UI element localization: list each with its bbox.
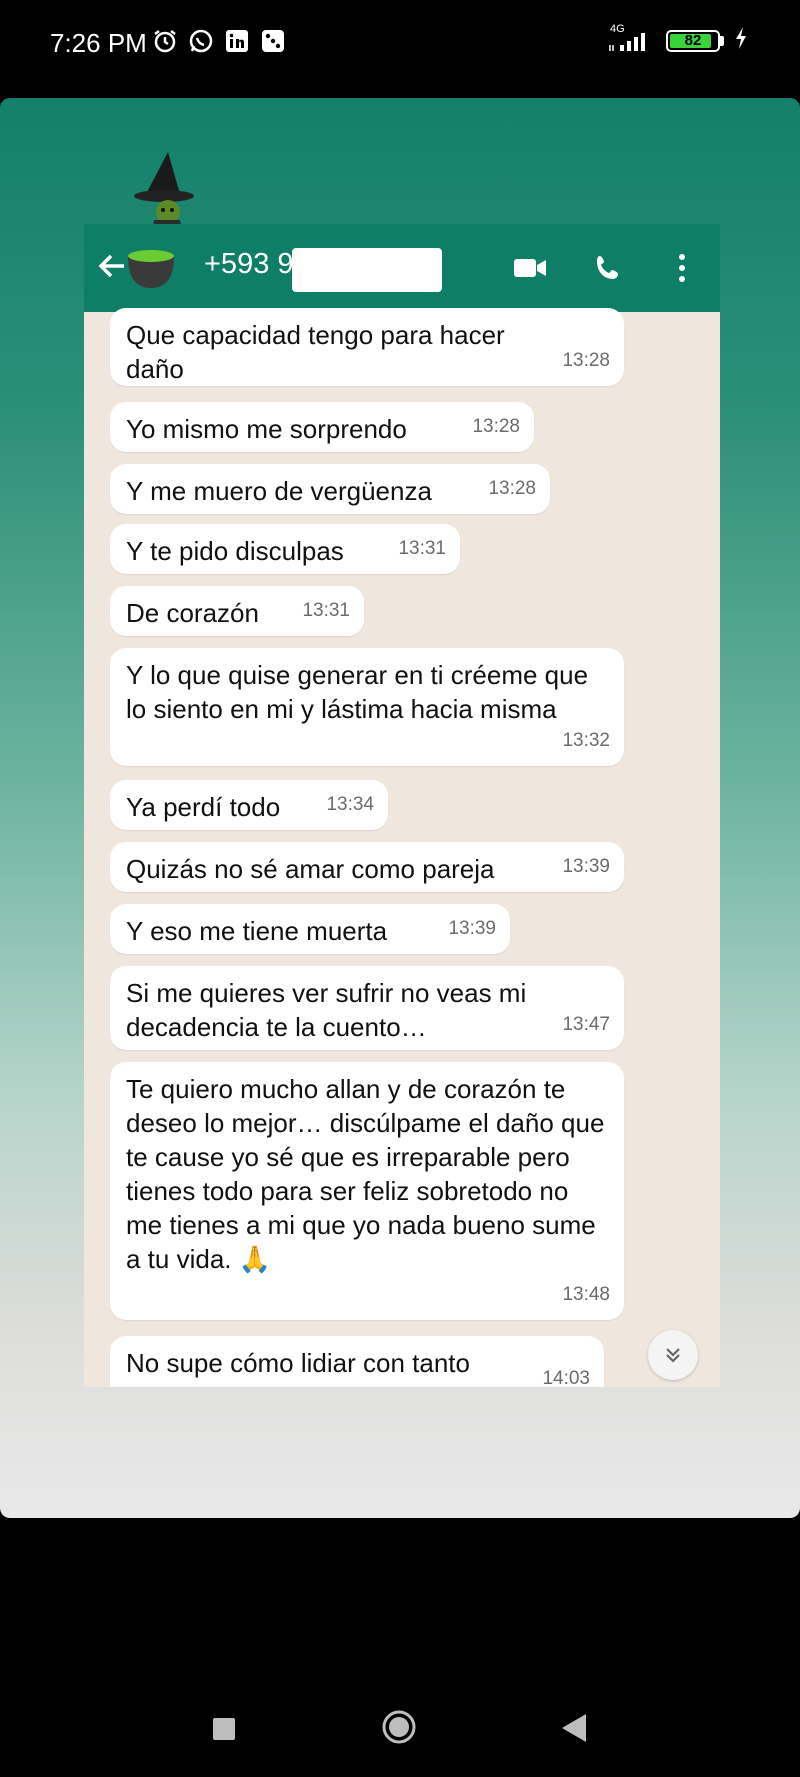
message-time: 13:28 bbox=[472, 416, 520, 437]
video-call-icon[interactable] bbox=[510, 248, 550, 288]
chat-header: +593 9 bbox=[84, 224, 720, 312]
message-time: 13:31 bbox=[398, 538, 446, 559]
system-indicators: 4G 82 bbox=[608, 23, 748, 55]
linkedin-icon bbox=[224, 28, 250, 54]
message-text: Que capacidad tengo para hacer daño bbox=[126, 320, 505, 384]
whatsapp-icon bbox=[188, 28, 214, 54]
message-time: 13:28 bbox=[562, 350, 610, 371]
message-time: 13:48 bbox=[562, 1284, 610, 1305]
message-time: 13:32 bbox=[562, 730, 610, 751]
message-bubble[interactable]: Que capacidad tengo para hacer daño 13:2… bbox=[110, 308, 624, 386]
avatar[interactable] bbox=[124, 236, 178, 290]
message-text: Y eso me tiene muerta bbox=[126, 916, 388, 946]
message-bubble[interactable]: No supe cómo lidiar con tanto 14:03 bbox=[110, 1336, 604, 1387]
scroll-down-icon[interactable] bbox=[648, 1330, 698, 1380]
chat-screenshot: +593 9 Que capacidad tengo para hacer da… bbox=[84, 224, 720, 1387]
message-text: Y lo que quise generar en ti créeme que … bbox=[126, 660, 589, 724]
charging-icon bbox=[734, 26, 748, 55]
battery-icon: 82 bbox=[666, 29, 724, 52]
message-time: 13:39 bbox=[562, 856, 610, 877]
message-bubble[interactable]: Si me quieres ver sufrir no veas mi deca… bbox=[110, 966, 624, 1050]
message-text: Y te pido disculpas bbox=[126, 536, 344, 566]
alarm-icon bbox=[152, 28, 178, 54]
message-text: Y me muero de vergüenza bbox=[126, 476, 432, 506]
message-text: Si me quieres ver sufrir no veas mi deca… bbox=[126, 978, 527, 1042]
message-text: No supe cómo lidiar con tanto bbox=[126, 1348, 470, 1378]
message-text: Quizás no sé amar como pareja bbox=[126, 854, 495, 884]
message-bubble[interactable]: Y lo que quise generar en ti créeme que … bbox=[110, 648, 624, 766]
nav-back-icon[interactable] bbox=[558, 1712, 588, 1744]
message-bubble[interactable]: Y te pido disculpas 13:31 bbox=[110, 524, 460, 574]
nav-recents-icon[interactable] bbox=[213, 1718, 235, 1740]
message-bubble[interactable]: Ya perdí todo 13:34 bbox=[110, 780, 388, 830]
notification-icons bbox=[152, 28, 286, 54]
message-bubble[interactable]: Te quiero mucho allan y de corazón te de… bbox=[110, 1062, 624, 1320]
message-text: Yo mismo me sorprendo bbox=[126, 414, 407, 444]
message-bubble[interactable]: De corazón 13:31 bbox=[110, 586, 364, 636]
message-text: Te quiero mucho allan y de corazón te de… bbox=[126, 1074, 605, 1274]
story-panel: +593 9 Que capacidad tengo para hacer da… bbox=[0, 98, 800, 1518]
message-time: 13:28 bbox=[488, 478, 536, 499]
signal-icon: 4G bbox=[608, 23, 656, 53]
battery-level: 82 bbox=[684, 31, 702, 49]
message-bubble[interactable]: Y me muero de vergüenza 13:28 bbox=[110, 464, 550, 514]
more-options-icon[interactable] bbox=[662, 248, 702, 288]
message-time: 13:47 bbox=[562, 1014, 610, 1035]
message-time: 13:31 bbox=[302, 600, 350, 621]
status-bar: 7:26 PM 4G 82 bbox=[0, 0, 800, 90]
message-time: 13:39 bbox=[448, 918, 496, 939]
phone-call-icon[interactable] bbox=[588, 248, 628, 288]
nav-home-icon[interactable] bbox=[382, 1710, 416, 1744]
message-bubble[interactable]: Quizás no sé amar como pareja 13:39 bbox=[110, 842, 624, 892]
message-bubble[interactable]: Yo mismo me sorprendo 13:28 bbox=[110, 402, 534, 452]
message-time: 13:34 bbox=[326, 794, 374, 815]
message-time: 14:03 bbox=[542, 1368, 590, 1387]
contact-name[interactable]: +593 9 bbox=[204, 248, 294, 281]
redaction-block bbox=[292, 248, 442, 292]
status-time: 7:26 PM bbox=[50, 28, 147, 58]
dice-icon bbox=[260, 28, 286, 54]
message-bubble[interactable]: Y eso me tiene muerta 13:39 bbox=[110, 904, 510, 954]
